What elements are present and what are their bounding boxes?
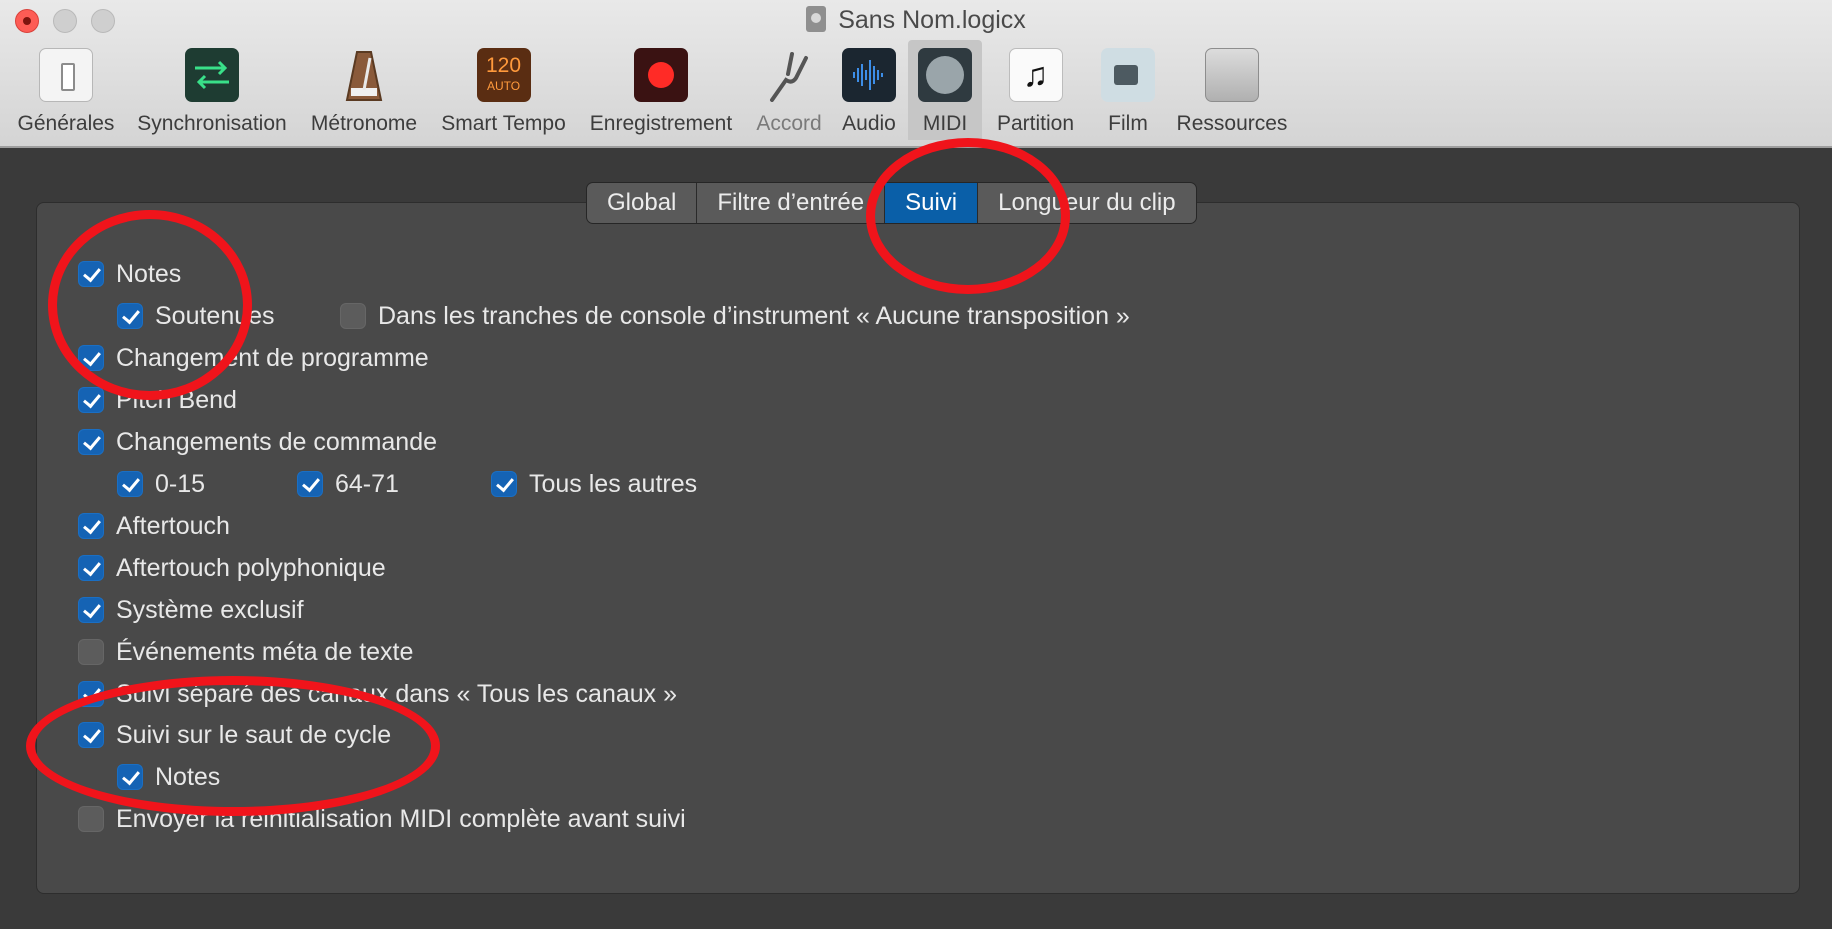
cycle-notes-checkbox[interactable]: [117, 764, 143, 790]
option-control-change[interactable]: Changements de commande: [78, 427, 437, 457]
waveform-icon: [842, 48, 896, 102]
option-poly-aftertouch[interactable]: Aftertouch polyphonique: [78, 553, 386, 583]
option-label: Changements de commande: [116, 427, 438, 456]
option-cc-64-71[interactable]: 64-71: [297, 469, 399, 499]
option-meta-text[interactable]: Événements méta de texte: [78, 637, 413, 667]
option-label: Suivi séparé des canaux dans « Tous les …: [116, 679, 678, 708]
toolbar-label: Métronome: [310, 112, 418, 135]
option-label: Notes: [116, 259, 182, 288]
tempo-icon: 120 AUTO: [476, 48, 531, 102]
option-label: Aftertouch: [116, 511, 230, 540]
option-label: Pitch Bend: [116, 385, 237, 414]
toolbar-item-film[interactable]: Film: [1094, 40, 1162, 140]
option-notes[interactable]: Notes: [78, 259, 181, 289]
toolbar-item-partition[interactable]: ♫ Partition: [988, 40, 1083, 140]
window-title: Sans Nom.logicx: [0, 4, 1832, 36]
tab-suivi[interactable]: Suivi: [885, 183, 979, 223]
option-soutenues[interactable]: Soutenues: [117, 301, 275, 331]
tab-global[interactable]: Global: [587, 183, 698, 223]
option-separate-channels[interactable]: Suivi séparé des canaux dans « Tous les …: [78, 679, 677, 709]
toolbar-item-accord[interactable]: Accord: [748, 40, 830, 140]
option-label: Aftertouch polyphonique: [116, 553, 386, 582]
toolbar-label: Audio: [842, 112, 896, 135]
toolbar-item-midi[interactable]: MIDI: [908, 40, 982, 140]
sync-arrows-icon: [185, 48, 239, 102]
video-camera-icon: [1101, 48, 1155, 102]
option-label: Notes: [155, 762, 221, 791]
midi-reset-checkbox[interactable]: [78, 806, 104, 832]
cc-others-checkbox[interactable]: [491, 471, 517, 497]
toolbar-item-metronome[interactable]: Métronome: [303, 40, 425, 140]
record-icon: [634, 48, 688, 102]
soutenues-checkbox[interactable]: [117, 303, 143, 329]
option-program-change[interactable]: Changement de programme: [78, 343, 429, 373]
cycle-jump-checkbox[interactable]: [78, 722, 104, 748]
poly-aftertouch-checkbox[interactable]: [78, 555, 104, 581]
midi-connector-icon: [918, 48, 972, 102]
toolbar-label: MIDI: [922, 112, 968, 135]
option-label: Suivi sur le saut de cycle: [116, 720, 392, 749]
program-change-checkbox[interactable]: [78, 345, 104, 371]
toolbar-item-synchronisation[interactable]: Synchronisation: [128, 40, 296, 140]
tab-filtre-entree[interactable]: Filtre d’entrée: [697, 183, 886, 223]
toolbar-label: Partition: [996, 112, 1075, 135]
option-cycle-jump[interactable]: Suivi sur le saut de cycle: [78, 720, 391, 750]
option-label: Système exclusif: [116, 595, 304, 624]
toolbar-item-enregistrement[interactable]: Enregistrement: [582, 40, 740, 140]
option-sysex[interactable]: Système exclusif: [78, 595, 304, 625]
toolbar-item-generales[interactable]: Générales: [10, 40, 122, 140]
option-midi-reset[interactable]: Envoyer la réinitialisation MIDI complèt…: [78, 804, 686, 834]
tuning-fork-icon: [762, 48, 816, 102]
cc-0-15-checkbox[interactable]: [117, 471, 143, 497]
option-label: Soutenues: [155, 301, 275, 330]
option-label: Événements méta de texte: [116, 637, 414, 666]
document-icon: [806, 6, 827, 32]
music-note-icon: ♫: [1008, 48, 1063, 102]
notes-checkbox[interactable]: [78, 261, 104, 287]
metronome-icon: [337, 48, 391, 102]
briefcase-icon: [1205, 48, 1259, 102]
toolbar-label: Enregistrement: [589, 112, 733, 135]
option-label: Envoyer la réinitialisation MIDI complèt…: [116, 804, 686, 833]
option-pitch-bend[interactable]: Pitch Bend: [78, 385, 237, 415]
option-cc-0-15[interactable]: 0-15: [117, 469, 205, 499]
toolbar-label: Synchronisation: [137, 112, 287, 135]
sysex-checkbox[interactable]: [78, 597, 104, 623]
tab-longueur-clip[interactable]: Longueur du clip: [978, 183, 1195, 223]
toolbar-label: Générales: [17, 112, 115, 135]
toolbar-item-smart-tempo[interactable]: 120 AUTO Smart Tempo: [432, 40, 575, 140]
pitch-bend-checkbox[interactable]: [78, 387, 104, 413]
option-label: 0-15: [155, 469, 206, 498]
toolbar-label: Ressources: [1176, 112, 1288, 135]
toolbar-label: Smart Tempo: [441, 112, 566, 135]
no-transpose-checkbox[interactable]: [340, 303, 366, 329]
option-label: Tous les autres: [529, 469, 698, 498]
meta-text-checkbox[interactable]: [78, 639, 104, 665]
toolbar: Sans Nom.logicx Générales Synchronisatio…: [0, 0, 1832, 148]
toolbar-label: Accord: [756, 112, 822, 135]
option-cc-others[interactable]: Tous les autres: [491, 469, 697, 499]
option-aftertouch[interactable]: Aftertouch: [78, 511, 230, 541]
toolbar-item-ressources[interactable]: Ressources: [1170, 40, 1294, 140]
option-label: Dans les tranches de console d’instrumen…: [378, 301, 1130, 330]
cc-64-71-checkbox[interactable]: [297, 471, 323, 497]
separate-channels-checkbox[interactable]: [78, 681, 104, 707]
option-no-transpose[interactable]: Dans les tranches de console d’instrumen…: [340, 301, 1130, 331]
general-switch-icon: [39, 48, 93, 102]
tab-bar: Global Filtre d’entrée Suivi Longueur du…: [586, 182, 1197, 224]
option-label: Changement de programme: [116, 343, 429, 372]
option-cycle-notes[interactable]: Notes: [117, 762, 220, 792]
aftertouch-checkbox[interactable]: [78, 513, 104, 539]
control-change-checkbox[interactable]: [78, 429, 104, 455]
option-label: 64-71: [335, 469, 399, 498]
toolbar-label: Film: [1108, 112, 1148, 135]
toolbar-item-audio[interactable]: Audio: [836, 40, 902, 140]
